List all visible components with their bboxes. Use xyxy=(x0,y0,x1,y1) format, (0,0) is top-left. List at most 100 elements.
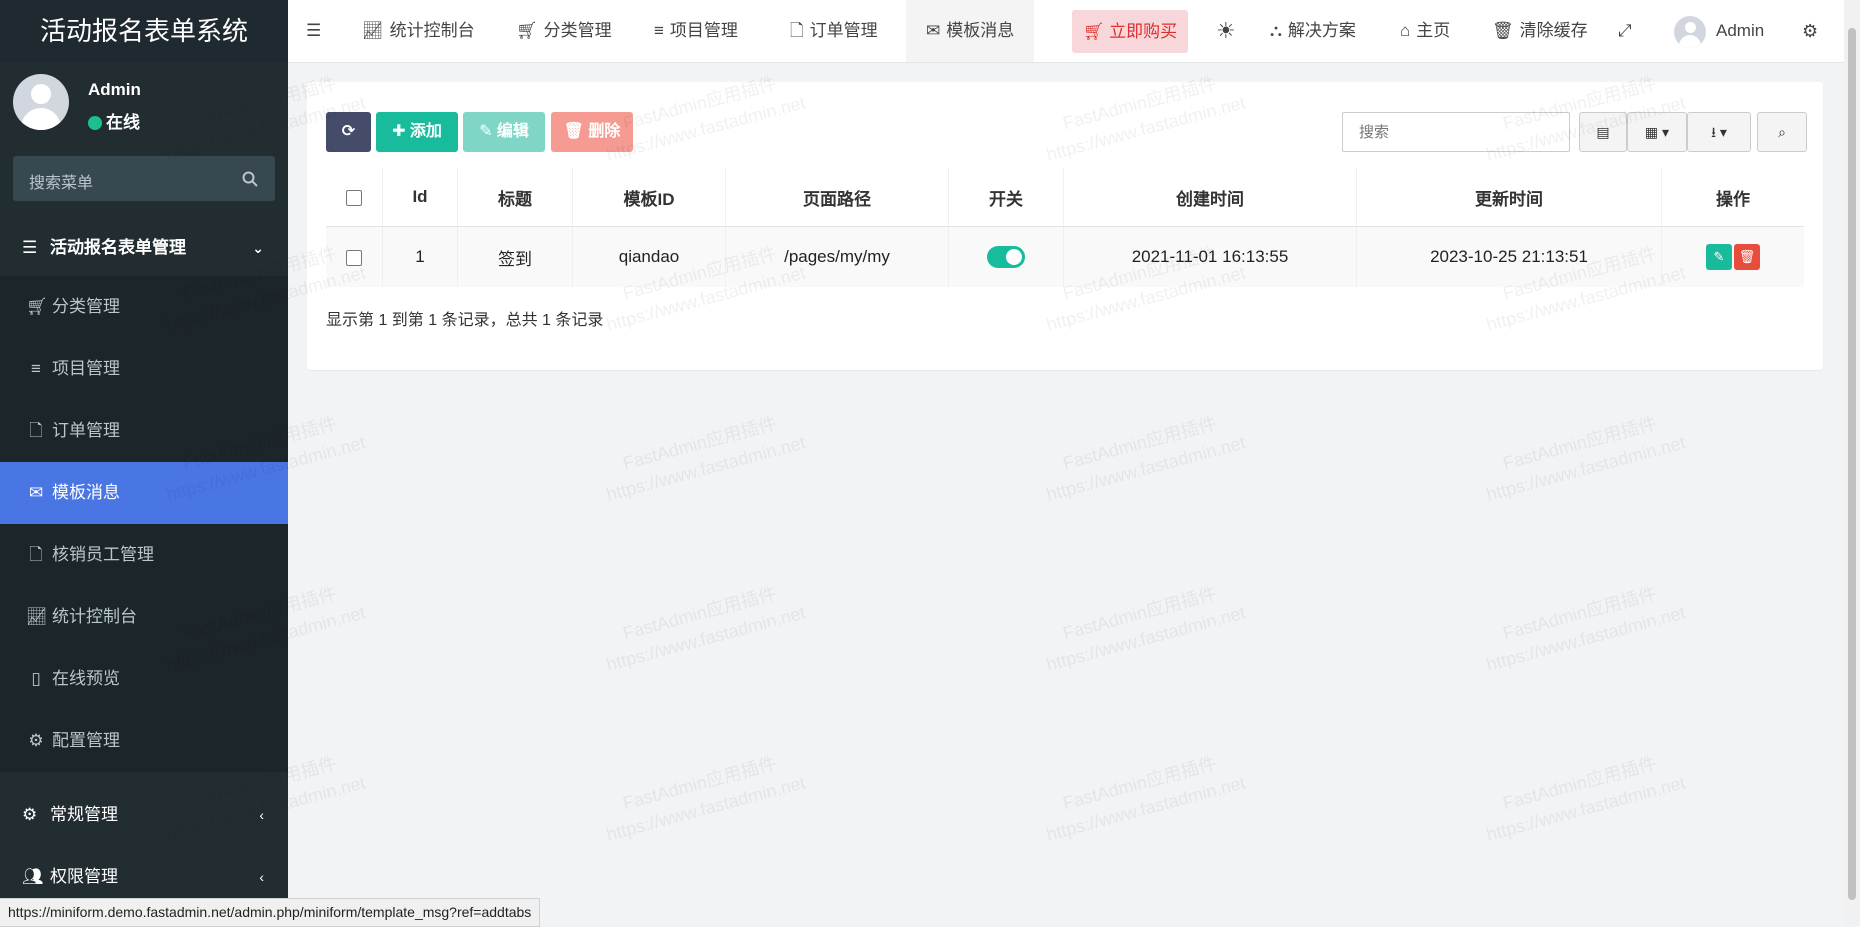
mobile-icon: ▯ xyxy=(31,669,41,688)
tab-order[interactable]: 🗋︎ 订单管理 xyxy=(790,0,878,62)
buy-now-button[interactable]: 🛒︎ 立即购买 xyxy=(1072,10,1188,53)
sidebar-group-main[interactable]: ☰ 活动报名表单管理 ⌄ xyxy=(0,220,288,276)
header-avatar[interactable] xyxy=(1674,16,1706,48)
search-icon: ⌕ xyxy=(1778,124,1786,140)
page-scrollbar[interactable] xyxy=(1844,0,1860,925)
pencil-icon: ✎ xyxy=(1713,249,1725,264)
table-header-row: Id 标题 模板ID 页面路径 开关 创建时间 更新时间 操作 xyxy=(326,168,1804,227)
chart-icon: 📈︎ xyxy=(362,21,384,40)
sidebar-item-order[interactable]: 🗋︎ 订单管理 xyxy=(0,400,288,462)
cart-icon: 🛒︎ xyxy=(26,297,48,316)
caret-down-icon: ▾ xyxy=(1662,124,1670,140)
trash-icon: 🗑︎ xyxy=(563,123,584,140)
watermark-text: FastAdmin应用插件https://www.fastadmin.net xyxy=(1044,413,1248,505)
toggle-view-button[interactable]: ▤ xyxy=(1579,112,1627,152)
col-switch[interactable]: 开关 xyxy=(948,168,1064,227)
cart-icon: 🛒︎ xyxy=(516,21,538,40)
delete-button[interactable]: 🗑︎ 删除 xyxy=(551,112,633,152)
user-panel: Admin 在线 xyxy=(0,62,288,152)
tab-project[interactable]: ≡ 项目管理 xyxy=(654,0,738,62)
cell-updated: 2023-10-25 21:13:51 xyxy=(1356,226,1662,287)
search-icon[interactable] xyxy=(241,170,259,188)
sidebar-search[interactable]: 搜索菜单 xyxy=(13,156,275,201)
row-delete-button[interactable]: 🗑︎ xyxy=(1734,244,1760,270)
col-id[interactable]: Id xyxy=(382,168,458,227)
select-all-cell xyxy=(326,168,383,227)
common-search-button[interactable]: ⌕ xyxy=(1757,112,1807,152)
sidebar-item-project[interactable]: ≡ 项目管理 xyxy=(0,338,288,400)
envelope-icon: ✉ xyxy=(926,21,941,40)
solutions-link[interactable]: ⛬ 解决方案 xyxy=(1270,0,1356,62)
data-table: Id 标题 模板ID 页面路径 开关 创建时间 更新时间 操作 1 签到 qia… xyxy=(326,168,1804,287)
settings-cogs-icon[interactable]: ⚙ xyxy=(1802,0,1818,62)
col-operate: 操作 xyxy=(1661,168,1804,227)
app-logo[interactable]: 活动报名表单系统 xyxy=(0,0,288,62)
refresh-button[interactable]: ⟳ xyxy=(326,112,371,152)
header-user-name[interactable]: Admin xyxy=(1716,0,1764,62)
switch-toggle[interactable] xyxy=(987,246,1025,268)
col-updated[interactable]: 更新时间 xyxy=(1356,168,1662,227)
cell-path: /pages/my/my xyxy=(725,226,949,287)
clear-cache-button[interactable]: 🗑︎ 清除缓存 xyxy=(1492,0,1588,62)
table-search-input[interactable] xyxy=(1357,113,1561,151)
row-select-cell xyxy=(326,226,383,287)
tab-template-msg[interactable]: ✉ 模板消息 xyxy=(906,0,1035,62)
list-icon: ☰ xyxy=(22,238,38,257)
sidebar-item-template-msg[interactable]: ✉ 模板消息 xyxy=(0,462,288,524)
pagination-info: 显示第 1 到第 1 条记录，总共 1 条记录 xyxy=(326,312,604,329)
tab-category[interactable]: 🛒︎ 分类管理 xyxy=(516,0,612,62)
add-button[interactable]: ✚ 添加 xyxy=(376,112,458,152)
sidebar-item-category[interactable]: 🛒︎ 分类管理 xyxy=(0,276,288,338)
table-row[interactable]: 1 签到 qiandao /pages/my/my 2021-11-01 16:… xyxy=(326,226,1804,287)
fullscreen-icon[interactable]: ⤢ xyxy=(1618,0,1632,62)
col-path[interactable]: 页面路径 xyxy=(725,168,949,227)
columns-button[interactable]: ▦ ▾ xyxy=(1627,112,1687,152)
chevron-down-icon: ⌄ xyxy=(252,240,264,256)
cogs-icon: ⚙ xyxy=(28,731,44,750)
caret-down-icon: ▾ xyxy=(1719,124,1727,140)
table-search[interactable] xyxy=(1342,112,1570,152)
sidebar-toggle-icon[interactable]: ☰ xyxy=(306,0,321,62)
cell-title: 签到 xyxy=(457,226,573,287)
sidebar: 活动报名表单系统 Admin 在线 搜索菜单 ☰ 活动报名表单管理 ⌄ 🛒︎ 分类管… xyxy=(0,0,288,925)
plus-icon: ✚ xyxy=(392,123,406,140)
theme-toggle-icon[interactable]: ☀ xyxy=(1216,0,1236,62)
watermark-text: FastAdmin应用插件https://www.fastadmin.net xyxy=(1484,413,1688,505)
user-name: Admin xyxy=(88,80,141,99)
export-icon: ⭳ xyxy=(1711,124,1716,140)
cell-created: 2021-11-01 16:13:55 xyxy=(1063,226,1357,287)
col-created[interactable]: 创建时间 xyxy=(1063,168,1357,227)
watermark-text: FastAdmin应用插件https://www.fastadmin.net xyxy=(1484,753,1688,845)
sidebar-group-general[interactable]: ⚙ 常规管理 ‹ xyxy=(0,784,288,846)
select-all-checkbox[interactable] xyxy=(346,189,362,206)
sidebar-item-staff[interactable]: 🗋︎ 核销员工管理 xyxy=(0,524,288,586)
home-link[interactable]: ⌂ 主页 xyxy=(1400,0,1450,62)
sidebar-item-config[interactable]: ⚙ 配置管理 xyxy=(0,710,288,772)
envelope-icon: ✉ xyxy=(28,483,44,502)
watermark-text: FastAdmin应用插件https://www.fastadmin.net xyxy=(604,413,808,505)
sidebar-item-dashboard[interactable]: 📈︎ 统计控制台 xyxy=(0,586,288,648)
list-icon: ≡ xyxy=(654,21,664,40)
watermark-text: FastAdmin应用插件https://www.fastadmin.net xyxy=(1484,583,1688,675)
refresh-icon: ⟳ xyxy=(341,123,356,140)
browser-status-bar: https://miniform.demo.fastadmin.net/admi… xyxy=(0,898,541,927)
export-button[interactable]: ⭳ ▾ xyxy=(1687,112,1751,152)
cell-template-id: qiandao xyxy=(572,226,726,287)
watermark-text: FastAdmin应用插件https://www.fastadmin.net xyxy=(1044,583,1248,675)
scroll-thumb[interactable] xyxy=(1848,28,1856,900)
trash-icon: 🗑︎ xyxy=(1738,249,1756,264)
row-edit-button[interactable]: ✎ xyxy=(1706,244,1732,270)
sidebar-search-input[interactable]: 搜索菜单 xyxy=(29,169,93,193)
edit-button[interactable]: ✎ 编辑 xyxy=(463,112,545,152)
col-title[interactable]: 标题 xyxy=(457,168,573,227)
content-panel: ⟳ ✚ 添加 ✎ 编辑 🗑︎ 删除 ▤ ▦ ▾ ⭳ ▾ ⌕ Id 标题 模板ID… xyxy=(307,82,1823,370)
row-checkbox[interactable] xyxy=(346,249,362,266)
th-icon: ▦ xyxy=(1644,124,1659,140)
file-icon: 🗋︎ xyxy=(29,421,43,440)
list-icon: ≡ xyxy=(31,359,41,378)
sidebar-menu-lower: ⚙ 常规管理 ‹ 👥︎ 权限管理 ‹ xyxy=(0,784,288,908)
watermark-text: FastAdmin应用插件https://www.fastadmin.net xyxy=(1044,753,1248,845)
col-template-id[interactable]: 模板ID xyxy=(572,168,726,227)
sidebar-item-preview[interactable]: ▯ 在线预览 xyxy=(0,648,288,710)
tab-dashboard[interactable]: 📈︎ 统计控制台 xyxy=(362,0,475,62)
